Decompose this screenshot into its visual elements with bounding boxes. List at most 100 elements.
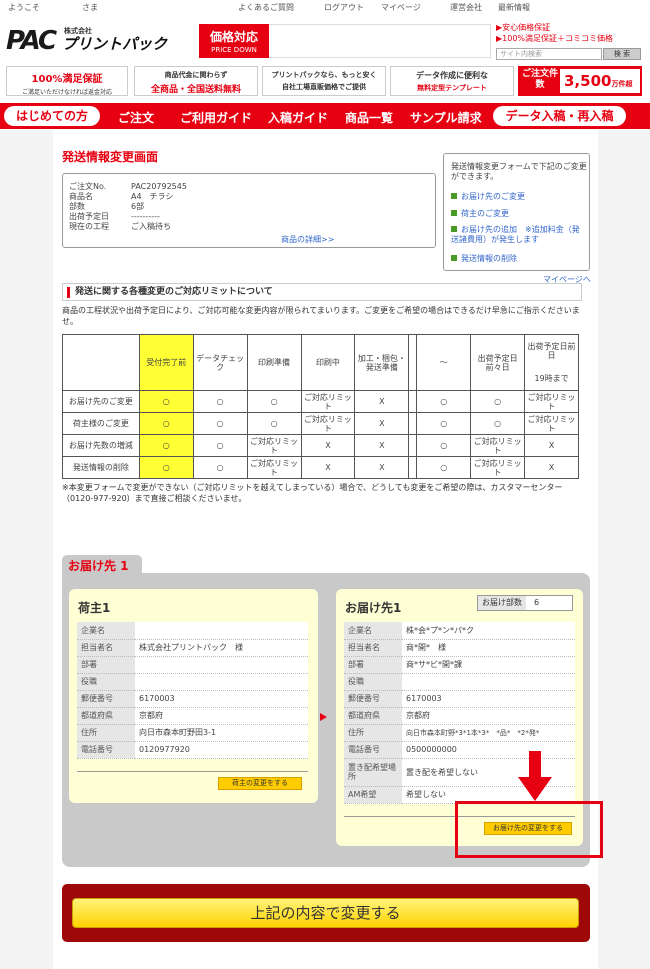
nav-data-upload[interactable]: データ入稿・再入稿 (493, 106, 626, 126)
col-header: データチェック (192, 334, 248, 391)
cell: ○ (470, 390, 526, 413)
price-banner-area (269, 24, 491, 58)
shipper-card: 荷主1 企業名 担当者名 株式会社プリントパック 様 部署 役職 郵便番号 6170… (69, 589, 318, 803)
banner-shipping-sub: 全商品・全国送料無料 (150, 85, 241, 95)
cell: ご対応リミット (470, 456, 526, 479)
satisfaction-link[interactable]: ▶100%満足保証＋コミコミ価格 (496, 33, 613, 44)
cell: X (354, 390, 410, 413)
table-row: 企業名 (77, 622, 308, 640)
nav-sample[interactable]: サンプル請求 (410, 109, 482, 126)
col-header: 出荷予定日前日 19時まで (524, 334, 579, 391)
table-row: 住所 向日市森本町野*3*1本*3* *品* *2*発* (344, 724, 575, 742)
col-header: 出荷予定日前々日 (470, 334, 526, 391)
submit-change-button[interactable]: 上記の内容で変更する (72, 898, 579, 928)
col-header-sub: 19時まで (534, 374, 569, 383)
spacer-col (408, 334, 418, 391)
cell: X (300, 434, 356, 457)
cell: ご対応リミット (246, 434, 302, 457)
banner-satisfaction-title: 100%満足保証 (31, 74, 103, 85)
table-row: 郵便番号 6170003 (344, 690, 575, 708)
change-delivery-link[interactable]: お届け先のご変更 (451, 191, 525, 202)
cell: ○ (138, 456, 194, 479)
table-row: 担当者名 商*開* 様 (344, 639, 575, 657)
spacer-cell (408, 390, 418, 413)
price-sub: PRICE DOWN (211, 46, 257, 54)
site-logo[interactable]: PAC 株式会社 プリントパック (6, 12, 181, 56)
cell: ご対応リミット (524, 390, 579, 413)
change-shipper-button[interactable]: 荷主の変更をする (218, 777, 302, 790)
spacer-cell (408, 456, 418, 479)
cell: ○ (246, 412, 302, 435)
change-menu-intro: 発送情報変更フォームで下記のご変更ができます。 (451, 162, 587, 181)
price-down-badge[interactable]: 価格対応 PRICE DOWN (199, 24, 269, 58)
highlight-frame (455, 801, 603, 858)
nav-products[interactable]: 商品一覧 (345, 109, 393, 126)
cell: ○ (416, 390, 472, 413)
cell: ○ (192, 390, 248, 413)
delivery-tab: お届け先 1 (62, 555, 142, 575)
add-delivery-link[interactable]: お届け先の追加 ※追加料金（発送諸費用）が発生します (451, 225, 585, 245)
table-row: お届け先のご変更 ○ ○ ○ ご対応リミット X ○ ○ ご対応リミット (62, 390, 579, 413)
banner-free-shipping[interactable]: 商品代金に関わらず 全商品・全国送料無料 (134, 66, 258, 96)
cell: ○ (416, 434, 472, 457)
table-row: 郵便番号 6170003 (77, 690, 308, 708)
delivery-count-label: お届け部数 (478, 596, 526, 610)
nav-upload-guide[interactable]: 入稿ガイド (268, 109, 328, 126)
cell: ご対応リミット (300, 390, 356, 413)
company-link[interactable]: 運営会社 (450, 2, 482, 13)
cell: ご対応リミット (524, 412, 579, 435)
cell: ○ (138, 412, 194, 435)
change-menu-box: 発送情報変更フォームで下記のご変更ができます。 お届け先のご変更 荷主のご変更 … (443, 153, 590, 271)
limit-table: 受付完了前 データチェック 印刷準備 印刷中 加工・梱包・発送準備 ～ 出荷予定… (62, 334, 579, 479)
banner-shipping-title: 商品代金に関わらず (164, 71, 228, 79)
cell: X (524, 434, 579, 457)
cell: ○ (192, 412, 248, 435)
product-detail-link[interactable]: 商品の詳細>> (281, 234, 334, 245)
nav-order[interactable]: ご注文 (118, 109, 154, 126)
faq-link[interactable]: よくあるご質問 (238, 2, 294, 13)
limit-section-heading: 発送に関する各種変更のご対応リミットについて (62, 283, 582, 301)
search-input[interactable]: サイト内検索 (496, 48, 602, 60)
delete-shipping-link[interactable]: 発送情報の削除 (451, 253, 517, 264)
banner-factory[interactable]: プリントパックなら、もっと安く 自社工場直販価格でご提供 (262, 66, 386, 96)
main-nav: はじめての方 ご注文 ご利用ガイド 入稿ガイド 商品一覧 サンプル請求 データ入… (0, 103, 650, 129)
banner-satisfaction[interactable]: 100%満足保証 ご満足いただけなければ返金対応 (6, 66, 128, 96)
row-label: お届け先数の増減 (62, 434, 140, 457)
banner-factory-title: プリントパックなら、もっと安く (271, 71, 377, 79)
row-label: 発送情報の削除 (62, 456, 140, 479)
news-link[interactable]: 最新情報 (498, 2, 530, 13)
table-row: 役職 (344, 673, 575, 691)
col-header: 印刷中 (300, 334, 356, 391)
spacer-cell (408, 434, 418, 457)
cell: ○ (192, 434, 248, 457)
table-row: 電話番号 0120977920 (77, 741, 308, 759)
logout-link[interactable]: ログアウト (324, 2, 364, 13)
customer-center-note: ※本変更フォームで変更ができない（ご対応リミットを越えてしまっている）場合で、ど… (62, 483, 563, 503)
nav-guide[interactable]: ご利用ガイド (180, 109, 252, 126)
change-shipper-link[interactable]: 荷主のご変更 (451, 208, 509, 219)
cell: ○ (470, 412, 526, 435)
price-guarantee-link[interactable]: ▶安心価格保証 (496, 22, 613, 33)
logo-name: プリントパック (62, 35, 168, 53)
spacer-cell (408, 412, 418, 435)
mypage-top-link[interactable]: マイページ (381, 2, 421, 13)
order-info-row: 現在の工程 ご入稿待ち (69, 222, 171, 231)
table-row: 都道府県 京都府 (77, 707, 308, 725)
shipper-divider (77, 771, 308, 772)
site-search: サイト内検索 検 索 (496, 48, 642, 60)
table-row: お届け先数の増減 ○ ○ ご対応リミット X X ○ ご対応リミット X (62, 434, 579, 457)
shipper-table: 企業名 担当者名 株式会社プリントパック 様 部署 役職 郵便番号 6170003 … (77, 622, 308, 759)
cell: X (354, 434, 410, 457)
order-count-label: ご注文件 数 (522, 69, 559, 90)
table-row: 担当者名 株式会社プリントパック 様 (77, 639, 308, 657)
logo-pac: PAC (6, 26, 57, 56)
nav-first-time[interactable]: はじめての方 (4, 106, 100, 126)
banner-template[interactable]: データ作成に便利な 無料定型テンプレート (390, 66, 514, 96)
search-button[interactable]: 検 索 (603, 48, 641, 60)
cell: X (354, 412, 410, 435)
order-info-box: ご注文No. PAC20792545 商品名 A4 チラシ 部数 6部 出荷予定日 --… (62, 173, 436, 248)
header-links: ▶安心価格保証 ▶100%満足保証＋コミコミ価格 (496, 22, 613, 44)
cell: X (524, 456, 579, 479)
cell: ご対応リミット (470, 434, 526, 457)
row-label: お届け先のご変更 (62, 390, 140, 413)
